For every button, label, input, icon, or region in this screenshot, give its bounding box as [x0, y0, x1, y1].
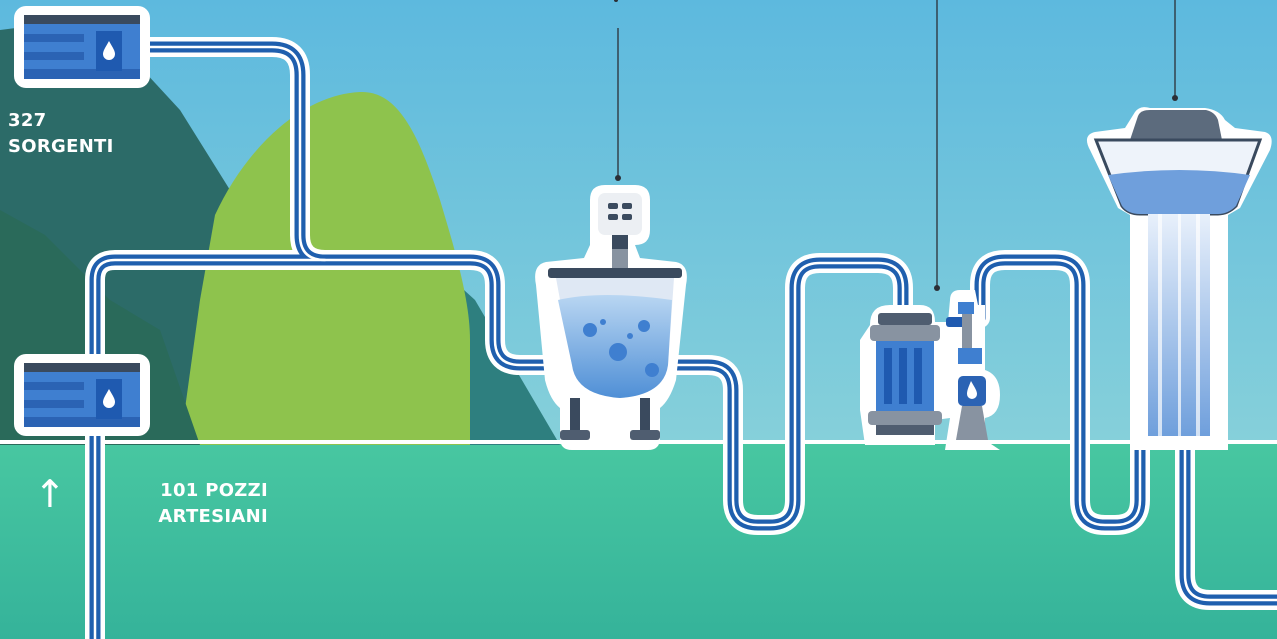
wells-count: 101 — [160, 480, 199, 501]
wells-label: 101 POZZI ARTESIANI — [122, 478, 268, 530]
wells-name-2: ARTESIANI — [158, 506, 268, 527]
wells-name: POZZI — [205, 480, 268, 501]
reservoir-icon — [14, 6, 150, 88]
up-arrow-icon: ↑ — [34, 472, 66, 516]
water-cycle-illustration — [0, 0, 1277, 639]
springs-label: 327 SORGENTI — [8, 108, 114, 160]
wells-line-1: 101 POZZI — [122, 478, 268, 504]
springs-name: SORGENTI — [8, 136, 114, 157]
filter-pump-icon — [860, 290, 1000, 450]
springs-count: 327 — [8, 110, 47, 131]
reservoir-icon — [14, 354, 150, 436]
